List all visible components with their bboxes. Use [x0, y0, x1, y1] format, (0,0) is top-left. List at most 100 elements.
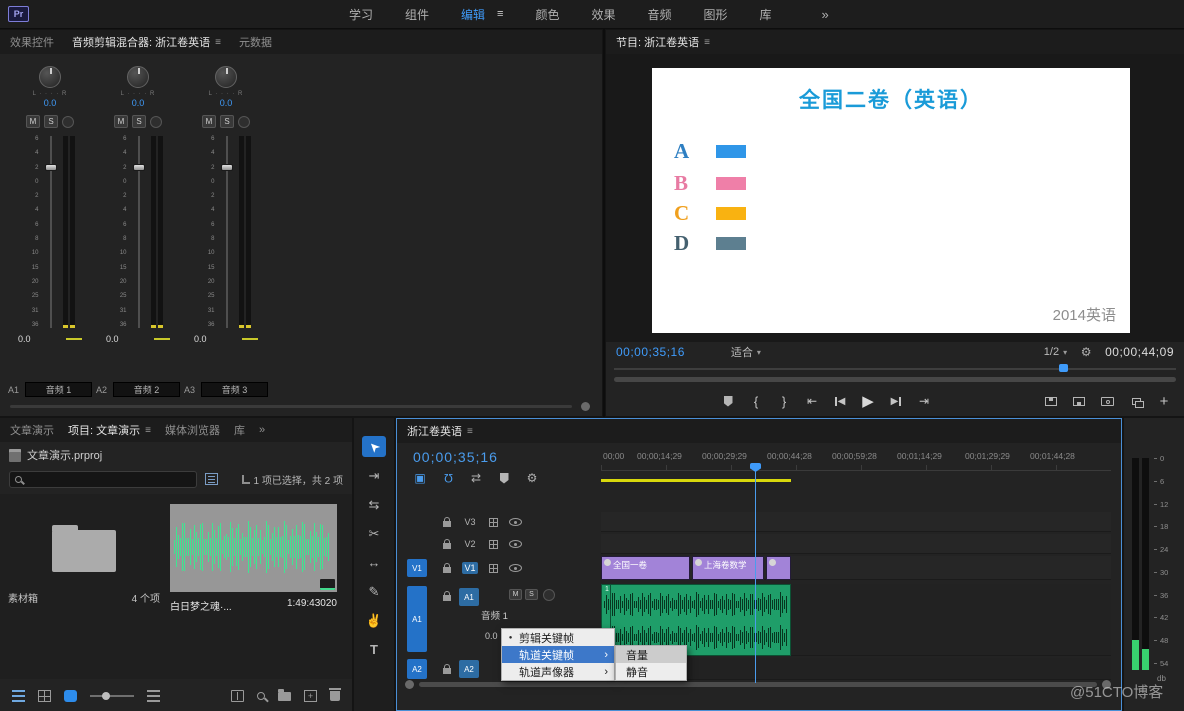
- goto-in-button[interactable]: ⇤: [806, 394, 818, 408]
- bin-name[interactable]: 素材箱: [8, 590, 38, 605]
- program-scrub-bar[interactable]: [614, 364, 1176, 373]
- new-item-button[interactable]: +: [304, 690, 317, 702]
- submenu-item-volume[interactable]: 音量: [616, 646, 686, 663]
- keyframe-record-button[interactable]: [150, 115, 162, 128]
- fader-handle[interactable]: [44, 164, 57, 171]
- mute-button[interactable]: M: [202, 115, 216, 128]
- fader-handle[interactable]: [132, 164, 145, 171]
- tab-overflow-icon[interactable]: »: [259, 424, 265, 436]
- clear-trash-button[interactable]: [329, 688, 341, 701]
- step-back-button[interactable]: ◀: [834, 396, 846, 407]
- workspace-learn[interactable]: 学习: [349, 6, 373, 23]
- pan-knob[interactable]: [127, 66, 149, 88]
- goto-out-button[interactable]: ⇥: [918, 394, 930, 408]
- sync-lock-icon[interactable]: [489, 539, 498, 549]
- program-playhead[interactable]: [1059, 364, 1068, 372]
- solo-button[interactable]: S: [220, 115, 234, 128]
- hand-tool[interactable]: ✌: [362, 610, 386, 631]
- icon-view-button[interactable]: [38, 690, 51, 702]
- bin-folder-icon[interactable]: [52, 525, 116, 572]
- track-badge[interactable]: V2: [462, 539, 478, 549]
- panel-menu-icon[interactable]: ≡: [704, 37, 710, 48]
- new-bin-button[interactable]: [278, 688, 291, 701]
- track-name[interactable]: 音频 3: [201, 382, 268, 397]
- mark-out-button[interactable]: }: [778, 394, 790, 409]
- track-output-eye-icon[interactable]: [509, 540, 522, 548]
- mark-in-button[interactable]: {: [750, 394, 762, 409]
- menu-item-clip-keyframes[interactable]: ● 剪辑关键帧: [502, 629, 614, 646]
- tab-libraries[interactable]: 库: [234, 422, 245, 438]
- add-marker-button[interactable]: [722, 395, 734, 407]
- list-view-button[interactable]: [12, 690, 25, 702]
- solo-button[interactable]: S: [44, 115, 58, 128]
- selection-tool[interactable]: ➤: [362, 436, 386, 457]
- lock-icon[interactable]: [443, 562, 451, 573]
- nest-toggle-icon[interactable]: ▣: [413, 471, 427, 485]
- pan-knob[interactable]: [215, 66, 237, 88]
- export-frame-button[interactable]: [1101, 396, 1114, 406]
- menu-item-track-keyframes[interactable]: 轨道关键帧 ›: [502, 646, 614, 663]
- tab-metadata[interactable]: 元数据: [239, 34, 272, 50]
- zoom-handle-left[interactable]: [405, 680, 414, 689]
- sort-icons-button[interactable]: [147, 690, 160, 702]
- lock-icon[interactable]: [443, 516, 451, 527]
- track-name[interactable]: 音频 1: [25, 382, 92, 397]
- workspace-menu-icon[interactable]: ≡: [497, 8, 503, 20]
- track-lane-v2[interactable]: [601, 534, 1111, 554]
- premiere-logo[interactable]: Pr: [8, 6, 29, 22]
- track-badge[interactable]: A2: [459, 660, 479, 678]
- program-timecode[interactable]: 00;00;35;16: [616, 345, 685, 359]
- workspace-graphics[interactable]: 图形: [704, 6, 728, 23]
- lock-icon[interactable]: [443, 591, 451, 601]
- solo-button[interactable]: S: [132, 115, 146, 128]
- workspace-edit[interactable]: 编辑: [461, 6, 485, 23]
- menu-item-track-panner[interactable]: 轨道声像器 ›: [502, 663, 614, 680]
- sync-lock-icon[interactable]: [489, 563, 498, 573]
- lock-icon[interactable]: [443, 664, 451, 674]
- audio-clip-caption[interactable]: 白日梦之魂·... 1:49:43020: [170, 598, 337, 613]
- track-badge[interactable]: V3: [462, 517, 478, 527]
- track-name[interactable]: 音频 2: [113, 382, 180, 397]
- track-lane-v3[interactable]: [601, 512, 1111, 532]
- workspace-effects[interactable]: 效果: [591, 6, 615, 23]
- timeline-scrollbar[interactable]: [419, 682, 1097, 687]
- keyframe-record-button[interactable]: [543, 589, 555, 601]
- find-button[interactable]: [257, 692, 265, 700]
- step-forward-button[interactable]: ▶: [890, 396, 902, 407]
- workspace-color[interactable]: 颜色: [535, 6, 559, 23]
- tab-program-monitor[interactable]: 节目: 浙江卷英语 ≡: [616, 34, 710, 50]
- bin-caption[interactable]: 素材箱 4 个项: [8, 590, 160, 605]
- track-select-forward-tool[interactable]: ⇥: [362, 465, 386, 486]
- workspace-libraries[interactable]: 库: [760, 6, 772, 23]
- track-name[interactable]: 音频 1: [481, 608, 508, 622]
- play-button[interactable]: ▶: [862, 392, 874, 410]
- workspace-overflow-icon[interactable]: »: [822, 7, 829, 22]
- volume-fader[interactable]: [44, 136, 58, 328]
- snap-magnet-icon[interactable]: Ω: [441, 471, 455, 485]
- panel-menu-icon[interactable]: ≡: [145, 425, 151, 436]
- source-patch-a2[interactable]: A2: [407, 659, 427, 679]
- comparison-view-button[interactable]: [1130, 397, 1144, 408]
- pen-tool[interactable]: ✎: [362, 581, 386, 602]
- track-volume-value[interactable]: 0.0: [485, 631, 498, 641]
- search-input[interactable]: [27, 472, 191, 486]
- keyframe-record-button[interactable]: [238, 115, 250, 128]
- sync-lock-icon[interactable]: [489, 517, 498, 527]
- source-patch-a1[interactable]: A1: [407, 586, 427, 652]
- type-tool[interactable]: T: [362, 639, 386, 660]
- button-editor-button[interactable]: +: [1158, 393, 1170, 410]
- view-toggle-icon[interactable]: [205, 473, 218, 485]
- search-box[interactable]: [9, 470, 197, 488]
- extract-button[interactable]: [1073, 396, 1085, 406]
- panel-resize-knob[interactable]: [581, 402, 590, 411]
- track-mute-button[interactable]: M: [509, 589, 522, 600]
- tab-sequence[interactable]: 浙江卷英语 ≡: [407, 423, 473, 439]
- razor-tool[interactable]: ✂: [362, 523, 386, 544]
- program-zoom-scrollbar[interactable]: [614, 377, 1176, 382]
- volume-fader[interactable]: [132, 136, 146, 328]
- zoom-slider[interactable]: [90, 692, 134, 700]
- audio-clip-name[interactable]: 白日梦之魂·...: [170, 598, 232, 613]
- tab-audio-clip-mixer[interactable]: 音频剪辑混合器: 浙江卷英语 ≡: [72, 34, 221, 50]
- zoom-level-dropdown[interactable]: 适合 ▾: [731, 344, 761, 360]
- track-badge[interactable]: A1: [459, 588, 479, 606]
